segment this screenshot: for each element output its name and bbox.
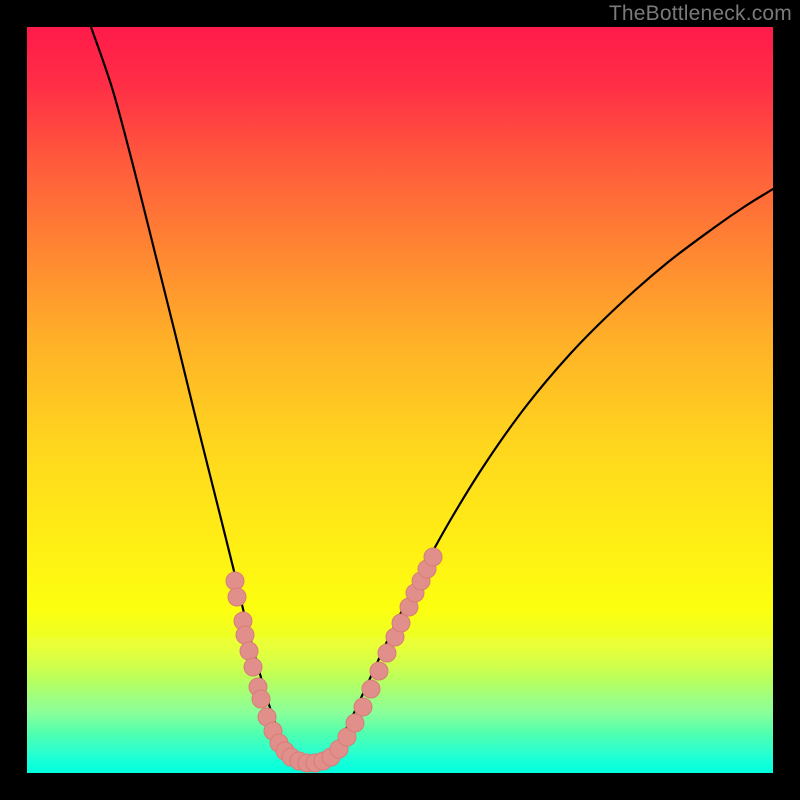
chart-marker xyxy=(354,698,372,716)
chart-marker xyxy=(226,572,244,590)
chart-marker xyxy=(370,662,388,680)
bottleneck-curve xyxy=(91,27,773,762)
chart-marker xyxy=(252,690,270,708)
chart-marker xyxy=(346,714,364,732)
chart-marker xyxy=(424,548,442,566)
chart-marker xyxy=(240,642,258,660)
chart-marker xyxy=(378,644,396,662)
chart-frame: TheBottleneck.com xyxy=(0,0,800,800)
chart-marker xyxy=(392,614,410,632)
chart-marker xyxy=(244,658,262,676)
chart-marker xyxy=(362,680,380,698)
chart-markers xyxy=(226,548,442,772)
chart-marker xyxy=(228,588,246,606)
chart-svg xyxy=(27,27,773,773)
chart-plot-area xyxy=(27,27,773,773)
chart-marker xyxy=(236,626,254,644)
attribution-text: TheBottleneck.com xyxy=(609,2,792,26)
